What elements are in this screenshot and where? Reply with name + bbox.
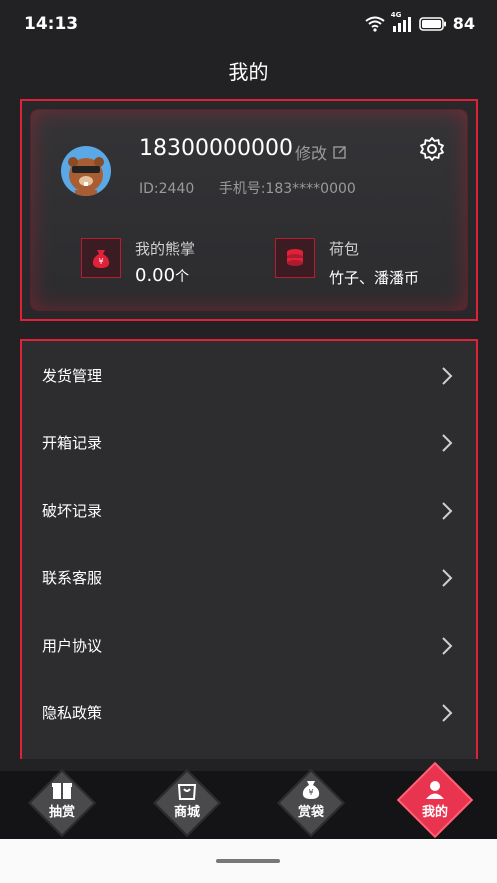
tab-mall[interactable]: 商城 bbox=[147, 769, 227, 839]
tab-label: 商城 bbox=[173, 805, 200, 820]
menu-item-customer-service[interactable]: 联系客服 bbox=[22, 544, 476, 611]
money-bag-icon: ¥ bbox=[302, 781, 320, 799]
menu-item-destroy-records[interactable]: 破坏记录 bbox=[22, 477, 476, 544]
menu-list: 发货管理 开箱记录 破坏记录 联系客服 用户协议 隐私政策 bbox=[20, 339, 478, 759]
bottom-tab-bar: 抽赏 商城 ¥ 赏袋 我的 bbox=[0, 761, 497, 839]
wallet-label: 荷包 bbox=[329, 240, 360, 258]
edit-label: 修改 bbox=[295, 144, 328, 163]
battery-level: 84 bbox=[452, 14, 475, 33]
signal-icon: 4G bbox=[391, 11, 413, 32]
chevron-right-icon bbox=[442, 703, 453, 722]
user-id-line: ID:2440 手机号:183****0000 bbox=[139, 178, 376, 198]
chevron-right-icon bbox=[442, 501, 453, 520]
money-bag-icon: ¥ bbox=[81, 238, 121, 278]
tab-label: 我的 bbox=[421, 805, 448, 820]
tab-mine[interactable]: 我的 bbox=[395, 761, 475, 839]
tab-label: 赏袋 bbox=[297, 805, 324, 820]
gift-box-icon bbox=[52, 783, 72, 799]
bear-paw-label: 我的熊掌 bbox=[135, 240, 196, 258]
chevron-right-icon bbox=[442, 433, 453, 452]
menu-item-label: 破坏记录 bbox=[42, 502, 103, 520]
svg-text:¥: ¥ bbox=[98, 257, 103, 266]
status-time: 14:13 bbox=[24, 14, 79, 34]
menu-item-unbox-records[interactable]: 开箱记录 bbox=[22, 409, 476, 476]
wallet-value: 竹子、潘潘币 bbox=[329, 269, 420, 287]
profile-card-inner: 18300000000 修改 ID:2440 手机号:183****0000 ¥ bbox=[30, 109, 468, 311]
user-icon bbox=[426, 781, 444, 799]
chevron-right-icon bbox=[442, 636, 453, 655]
user-mobile: 手机号:183****0000 bbox=[218, 181, 356, 197]
page-title: 我的 bbox=[228, 60, 269, 84]
tab-reward-bag[interactable]: ¥ 赏袋 bbox=[271, 769, 351, 839]
edit-icon bbox=[333, 146, 346, 159]
bear-paw-stat[interactable]: ¥ 我的熊掌 0.00个 bbox=[81, 238, 195, 286]
profile-card: 18300000000 修改 ID:2440 手机号:183****0000 ¥ bbox=[20, 99, 478, 321]
menu-item-label: 联系客服 bbox=[42, 569, 103, 587]
settings-gear-icon[interactable] bbox=[419, 136, 445, 162]
menu-item-shipping[interactable]: 发货管理 bbox=[22, 342, 476, 409]
menu-item-label: 隐私政策 bbox=[42, 704, 103, 722]
shopping-bag-icon bbox=[177, 784, 197, 800]
status-icons: 4G 84 bbox=[365, 11, 475, 33]
chevron-right-icon bbox=[442, 366, 453, 385]
menu-item-user-agreement[interactable]: 用户协议 bbox=[22, 612, 476, 679]
svg-text:¥: ¥ bbox=[308, 788, 313, 797]
menu-item-label: 开箱记录 bbox=[42, 434, 103, 452]
coin-stack-icon bbox=[275, 238, 315, 278]
wallet-stat[interactable]: 荷包 竹子、潘潘币 bbox=[275, 238, 419, 288]
tab-draw[interactable]: 抽赏 bbox=[22, 769, 102, 839]
home-indicator-bar bbox=[0, 839, 497, 883]
tab-label: 抽赏 bbox=[48, 805, 75, 820]
user-id: ID:2440 bbox=[139, 181, 195, 197]
chevron-right-icon bbox=[442, 568, 453, 587]
menu-item-privacy-policy[interactable]: 隐私政策 bbox=[22, 679, 476, 746]
battery-icon bbox=[418, 16, 446, 31]
status-bar: 14:13 4G 84 bbox=[0, 0, 497, 48]
edit-profile-button[interactable]: 修改 bbox=[295, 140, 347, 164]
wifi-icon bbox=[365, 16, 385, 32]
avatar[interactable] bbox=[61, 146, 111, 196]
bear-paw-value: 0.00个 bbox=[135, 265, 190, 286]
menu-item-label: 用户协议 bbox=[42, 637, 103, 655]
home-indicator[interactable] bbox=[216, 859, 280, 863]
menu-item-label: 发货管理 bbox=[42, 367, 103, 385]
user-phone: 18300000000 bbox=[139, 136, 293, 161]
